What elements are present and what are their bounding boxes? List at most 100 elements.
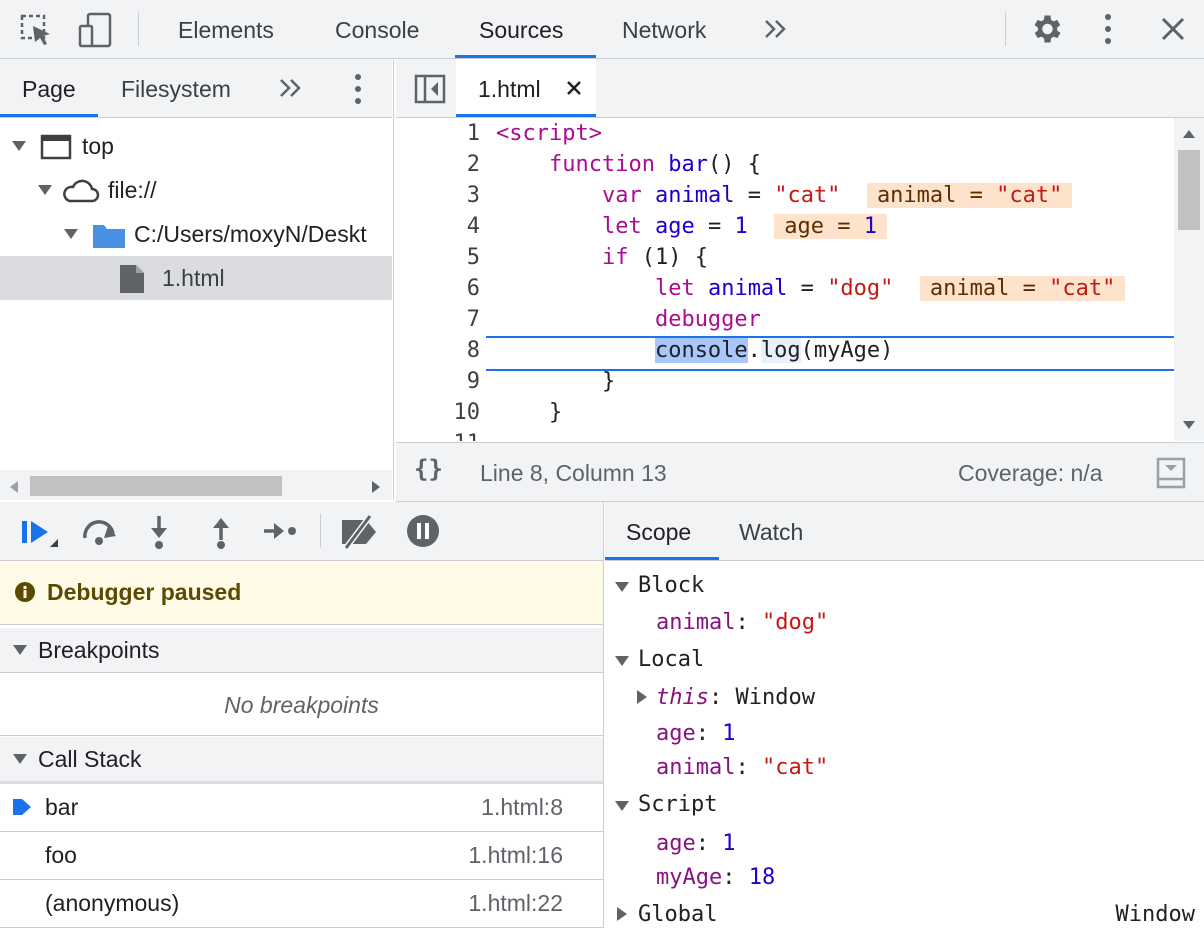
inspect-element-icon[interactable] (20, 14, 54, 46)
code-text: (1) { (628, 245, 708, 270)
scope-script-header[interactable]: Script (615, 792, 717, 817)
code-text: } (548, 400, 563, 425)
code-line-10: } (496, 400, 562, 425)
scope-local-header[interactable]: Local (615, 647, 704, 672)
scrollbar-thumb[interactable] (30, 476, 282, 496)
inline-value-value: "cat" (996, 183, 1063, 208)
code-line-5: if (1) { (496, 245, 708, 270)
line-number[interactable]: 10 (396, 400, 481, 425)
scroll-right-arrow-icon[interactable] (372, 481, 380, 493)
tab-filesystem[interactable]: Filesystem (121, 59, 231, 117)
tree-item-folder[interactable]: C:/Users/moxyN/Deskt (0, 212, 392, 256)
tab-network[interactable]: Network (622, 0, 706, 58)
inline-value-name: animal (929, 276, 1010, 301)
scroll-up-arrow-icon[interactable] (1183, 130, 1195, 138)
editor-tab-1html[interactable]: 1.html (456, 59, 596, 117)
scope-property[interactable]: age: 1 (656, 721, 736, 746)
coverage-status: Coverage: n/a (958, 460, 1103, 486)
line-number[interactable]: 3 (396, 183, 480, 208)
inline-value-eq: = (823, 214, 864, 239)
frame-location[interactable]: 1.html:16 (468, 832, 563, 879)
line-number[interactable]: 7 (396, 307, 480, 332)
scope-property[interactable]: myAge: 18 (656, 865, 775, 890)
line-number[interactable]: 6 (396, 276, 480, 301)
line-number[interactable]: 2 (396, 152, 480, 177)
deactivate-breakpoints-icon[interactable] (338, 514, 382, 550)
more-options-icon[interactable] (1098, 12, 1118, 46)
expand-arrow-icon (12, 141, 26, 151)
device-toolbar-icon[interactable] (78, 12, 114, 48)
inline-value-value: "cat" (1049, 276, 1116, 301)
editor-scrollbar-thumb[interactable] (1178, 150, 1200, 230)
tab-page[interactable]: Page (22, 59, 76, 117)
property-name: myAge (656, 865, 723, 890)
active-tab-indicator (455, 55, 596, 58)
debugger-toolbar-divider (320, 514, 321, 548)
line-number[interactable]: 8 (396, 338, 480, 363)
toggle-debugger-sidebar-icon[interactable] (1156, 457, 1186, 489)
nav-more-options-icon[interactable] (348, 72, 368, 106)
call-stack-section-header[interactable]: Call Stack (0, 737, 603, 782)
scroll-down-arrow-icon[interactable] (1183, 421, 1195, 429)
file-tree: top file:// C:/Users/moxyN/Deskt 1.html (0, 118, 392, 500)
step-out-icon[interactable] (209, 514, 233, 550)
tab-watch[interactable]: Watch (739, 502, 803, 562)
more-nav-tabs-chevron-icon[interactable] (279, 78, 303, 98)
variable-name: age (654, 214, 695, 239)
tree-item-file-selected[interactable]: 1.html (0, 256, 392, 300)
scope-property[interactable]: animal: "cat" (656, 755, 828, 780)
editor-vertical-scrollbar[interactable] (1174, 118, 1204, 441)
line-number[interactable]: 9 (396, 369, 480, 394)
property-value: 18 (748, 865, 776, 890)
tree-label-file: 1.html (162, 265, 225, 291)
breakpoints-section-header[interactable]: Breakpoints (0, 628, 603, 673)
toggle-navigator-icon[interactable] (414, 74, 446, 104)
scope-title: Local (638, 647, 705, 672)
resume-script-icon[interactable] (20, 517, 62, 551)
line-number[interactable]: 1 (396, 121, 480, 146)
line-number[interactable]: 11 (396, 431, 481, 441)
breakpoints-title: Breakpoints (38, 637, 160, 663)
pretty-print-braces-icon[interactable]: {} (414, 455, 443, 483)
tree-item-top[interactable]: top (0, 124, 392, 168)
frame-location[interactable]: 1.html:22 (468, 880, 563, 927)
frame-location[interactable]: 1.html:8 (481, 784, 563, 831)
inline-value-value: 1 (863, 214, 877, 239)
scope-active-indicator (605, 557, 719, 560)
tree-label-top: top (82, 133, 114, 159)
scope-block-header[interactable]: Block (615, 573, 704, 598)
navigator-horizontal-scrollbar[interactable] (0, 470, 392, 500)
file-icon (120, 265, 144, 293)
inline-value-eq: = (1009, 276, 1050, 301)
tab-scope[interactable]: Scope (626, 502, 691, 562)
scope-property-this[interactable]: this: Window (635, 685, 815, 710)
function-name: bar (668, 152, 708, 177)
scroll-left-arrow-icon[interactable] (10, 481, 18, 493)
call-stack-frame[interactable]: bar 1.html:8 (0, 784, 603, 832)
scope-property[interactable]: age: 1 (656, 831, 736, 856)
line-number[interactable]: 5 (396, 245, 480, 270)
step-into-icon[interactable] (147, 514, 171, 550)
line-number[interactable]: 4 (396, 214, 480, 239)
close-devtools-icon[interactable] (1160, 16, 1186, 42)
scope-global-header[interactable]: Global Window (615, 902, 1195, 927)
close-tab-icon[interactable] (566, 80, 582, 96)
tab-elements[interactable]: Elements (178, 0, 274, 58)
step-over-icon[interactable] (80, 516, 120, 546)
more-tabs-chevron-icon[interactable] (764, 19, 788, 39)
pause-on-exceptions-icon[interactable] (406, 514, 440, 548)
tree-label-origin: file:// (108, 177, 157, 203)
code-editor[interactable]: 1 2 3 4 5 6 7 8 9 10 11 <script> functio… (396, 118, 1174, 441)
inline-value-eq: = (956, 183, 997, 208)
step-icon[interactable] (262, 519, 298, 543)
tab-console[interactable]: Console (335, 0, 419, 58)
scope-property[interactable]: animal: "dog" (656, 610, 828, 635)
tab-sources[interactable]: Sources (479, 0, 563, 58)
editor-tab-label: 1.html (478, 76, 541, 102)
tree-item-origin[interactable]: file:// (0, 168, 392, 212)
settings-gear-icon[interactable] (1028, 11, 1064, 47)
call-stack-frame[interactable]: foo 1.html:16 (0, 832, 603, 880)
call-stack-frame[interactable]: (anonymous) 1.html:22 (0, 880, 603, 928)
code-text: = (734, 183, 775, 208)
debugger-paused-banner: Debugger paused (0, 561, 603, 625)
